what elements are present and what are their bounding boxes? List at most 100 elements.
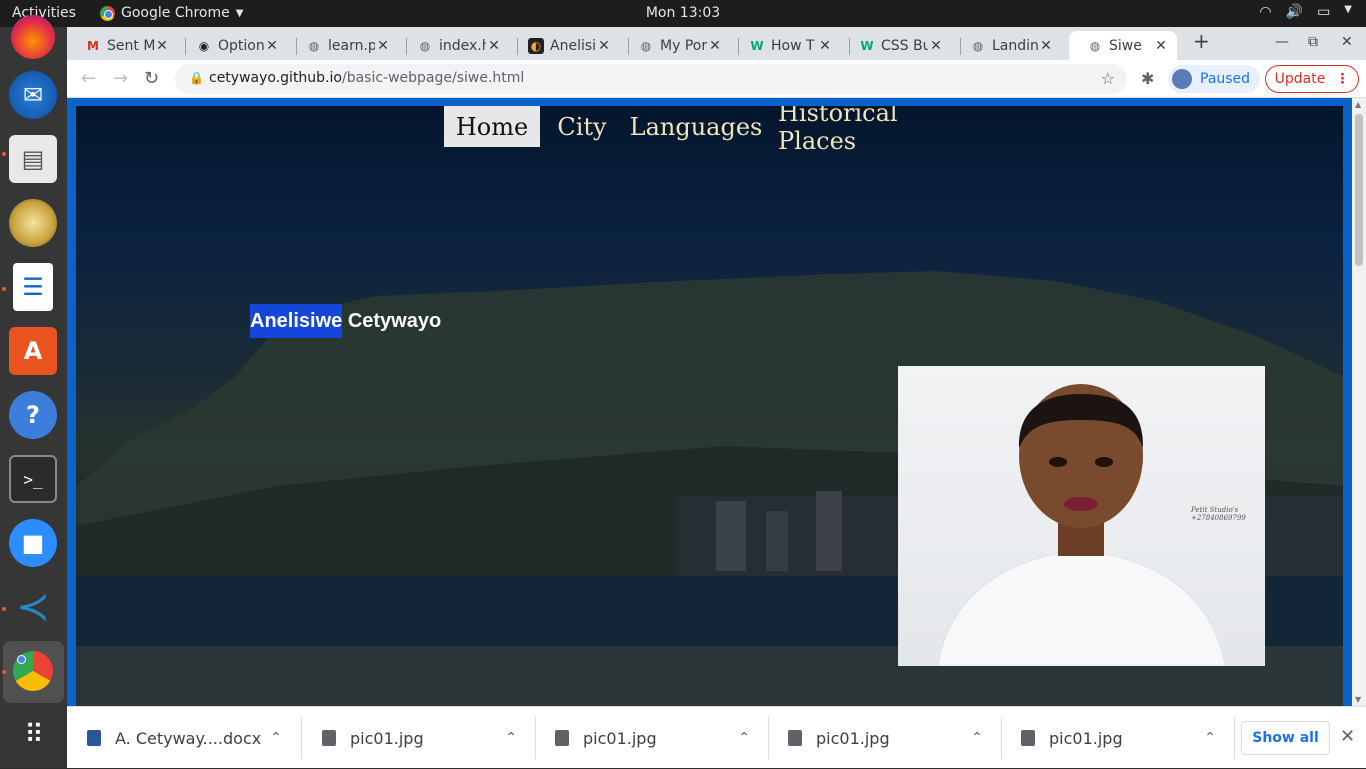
chevron-up-icon[interactable]: ⌃	[1204, 730, 1216, 746]
close-icon[interactable]: ✕	[1038, 38, 1054, 54]
extensions-icon[interactable]: ✱	[1141, 69, 1154, 88]
rhythmbox-icon[interactable]	[9, 199, 57, 247]
close-icon[interactable]: ✕	[264, 38, 280, 54]
reload-button[interactable]: ↻	[144, 68, 159, 89]
files-icon[interactable]: ▤	[9, 135, 57, 183]
word-doc-icon	[87, 730, 101, 746]
restore-button[interactable]: ⧉	[1308, 34, 1318, 50]
download-name: pic01.jpg	[1049, 728, 1123, 748]
app-name: Google Chrome	[121, 5, 230, 21]
app-menu[interactable]: Google Chrome ▼	[100, 5, 243, 21]
download-name: A. Cetyway....docx	[115, 728, 262, 748]
wifi-icon: ◠	[1259, 4, 1272, 20]
download-item[interactable]: pic01.jpg ⌃	[768, 707, 1001, 769]
zoom-icon[interactable]: ■	[9, 519, 57, 567]
chevron-up-icon[interactable]: ⌃	[971, 730, 983, 746]
battery-icon: ▭	[1317, 4, 1331, 20]
close-icon[interactable]: ✕	[596, 38, 612, 54]
software-center-icon[interactable]: A	[9, 327, 57, 375]
thunderbird-icon[interactable]: ✉	[9, 71, 57, 119]
globe-icon: ◍	[419, 38, 431, 53]
close-icon[interactable]: ✕	[154, 38, 170, 54]
image-file-icon	[788, 730, 802, 746]
close-icon[interactable]: ✕	[707, 38, 723, 54]
chevron-up-icon[interactable]: ⌃	[738, 730, 750, 746]
close-icon[interactable]: ✕	[1340, 726, 1355, 747]
new-tab-button[interactable]: +	[1193, 29, 1210, 53]
bookmark-star-icon[interactable]: ☆	[1101, 69, 1115, 88]
vscode-icon[interactable]: ≺	[9, 583, 57, 631]
globe-icon: ◍	[972, 38, 984, 53]
close-icon[interactable]: ✕	[1153, 38, 1169, 54]
browser-toolbar: ← → ↻ 🔒 cetywayo.github.io/basic-webpage…	[67, 60, 1366, 98]
chrome-icon	[100, 5, 115, 21]
globe-icon: ◍	[1089, 38, 1101, 53]
tab-active[interactable]: ◍ Siwe ✕	[1069, 31, 1177, 60]
close-window-button[interactable]: ✕	[1341, 34, 1353, 50]
forward-button[interactable]: →	[113, 68, 128, 89]
web-page: Home City Languages Historical Places An…	[67, 98, 1352, 706]
github-icon: ◉	[198, 38, 210, 53]
volume-icon: 🔊	[1285, 4, 1304, 20]
download-item[interactable]: pic01.jpg ⌃	[1001, 707, 1234, 769]
nav-languages[interactable]: Languages	[630, 106, 763, 147]
show-all-button[interactable]: Show all	[1241, 721, 1330, 755]
scrollbar-thumb[interactable]	[1355, 114, 1363, 266]
globe-icon: ◍	[308, 38, 320, 53]
chevron-up-icon[interactable]: ⌃	[270, 730, 282, 746]
tab[interactable]: W CSS Bu ✕	[841, 31, 952, 60]
close-icon[interactable]: ✕	[817, 38, 833, 54]
download-item[interactable]: A. Cetyway....docx ⌃	[67, 707, 300, 769]
app-icon: ◐	[528, 37, 544, 54]
gmail-icon: M	[87, 38, 99, 53]
person-name: Anelisiwe Cetywayo	[250, 304, 442, 338]
chevron-up-icon[interactable]: ⌃	[505, 730, 517, 746]
tab[interactable]: M Sent M ✕	[67, 31, 178, 60]
system-tray[interactable]: ◠ 🔊 ▭ ▼	[1259, 4, 1352, 20]
close-icon[interactable]: ✕	[928, 38, 944, 54]
scroll-down-icon[interactable]: ▼	[1355, 695, 1361, 704]
tab[interactable]: ◍ Landin ✕	[952, 31, 1062, 60]
terminal-icon[interactable]: >_	[9, 455, 57, 503]
avatar	[1172, 69, 1192, 89]
tab[interactable]: ◉ Option ✕	[178, 31, 288, 60]
photo-watermark: Petit Studio's +27840869799	[1191, 506, 1246, 522]
lock-icon: 🔒	[189, 71, 204, 85]
name-last: Cetywayo	[342, 310, 442, 332]
chevron-down-icon: ▼	[235, 7, 244, 19]
tab[interactable]: ◍ learn.p ✕	[288, 31, 399, 60]
download-name: pic01.jpg	[350, 728, 424, 748]
back-button[interactable]: ←	[81, 68, 96, 89]
update-button[interactable]: Update ⋮	[1265, 65, 1359, 93]
tab[interactable]: ◍ index.h ✕	[399, 31, 510, 60]
address-bar[interactable]: 🔒 cetywayo.github.io/basic-webpage/siwe.…	[175, 64, 1127, 94]
tab[interactable]: ◐ Anelisi ✕	[510, 31, 620, 60]
image-file-icon	[322, 730, 336, 746]
w3schools-icon: W	[750, 38, 764, 53]
nav-city[interactable]: City	[550, 106, 614, 147]
chevron-down-icon: ▼	[1344, 4, 1352, 15]
scroll-up-icon[interactable]: ▲	[1355, 100, 1361, 109]
close-icon[interactable]: ✕	[486, 38, 502, 54]
chrome-icon	[13, 651, 53, 691]
paused-label: Paused	[1200, 71, 1251, 87]
url-domain: cetywayo.github.io	[209, 70, 342, 86]
close-icon[interactable]: ✕	[375, 38, 391, 54]
tab[interactable]: W How T ✕	[731, 31, 841, 60]
nav-home[interactable]: Home	[444, 106, 540, 147]
page-scrollbar[interactable]: ▲ ▼	[1352, 98, 1366, 706]
download-item[interactable]: pic01.jpg ⌃	[535, 707, 768, 769]
chrome-dock-icon[interactable]	[9, 647, 57, 695]
writer-icon[interactable]: ☰	[13, 263, 53, 311]
tab[interactable]: ◍ My Por ✕	[620, 31, 731, 60]
nav-historical-places[interactable]: Historical Places	[778, 106, 964, 155]
help-icon[interactable]: ?	[9, 391, 57, 439]
minimize-button[interactable]: —	[1275, 34, 1289, 50]
download-item[interactable]: pic01.jpg ⌃	[302, 707, 535, 769]
firefox-icon[interactable]	[11, 15, 55, 59]
show-applications-icon[interactable]: ⠿	[9, 711, 57, 759]
clock[interactable]: Mon 13:03	[646, 5, 720, 21]
hero-background: Home City Languages Historical Places An…	[76, 106, 1343, 706]
more-vertical-icon: ⋮	[1335, 71, 1350, 87]
profile-paused-button[interactable]: Paused	[1168, 65, 1260, 93]
